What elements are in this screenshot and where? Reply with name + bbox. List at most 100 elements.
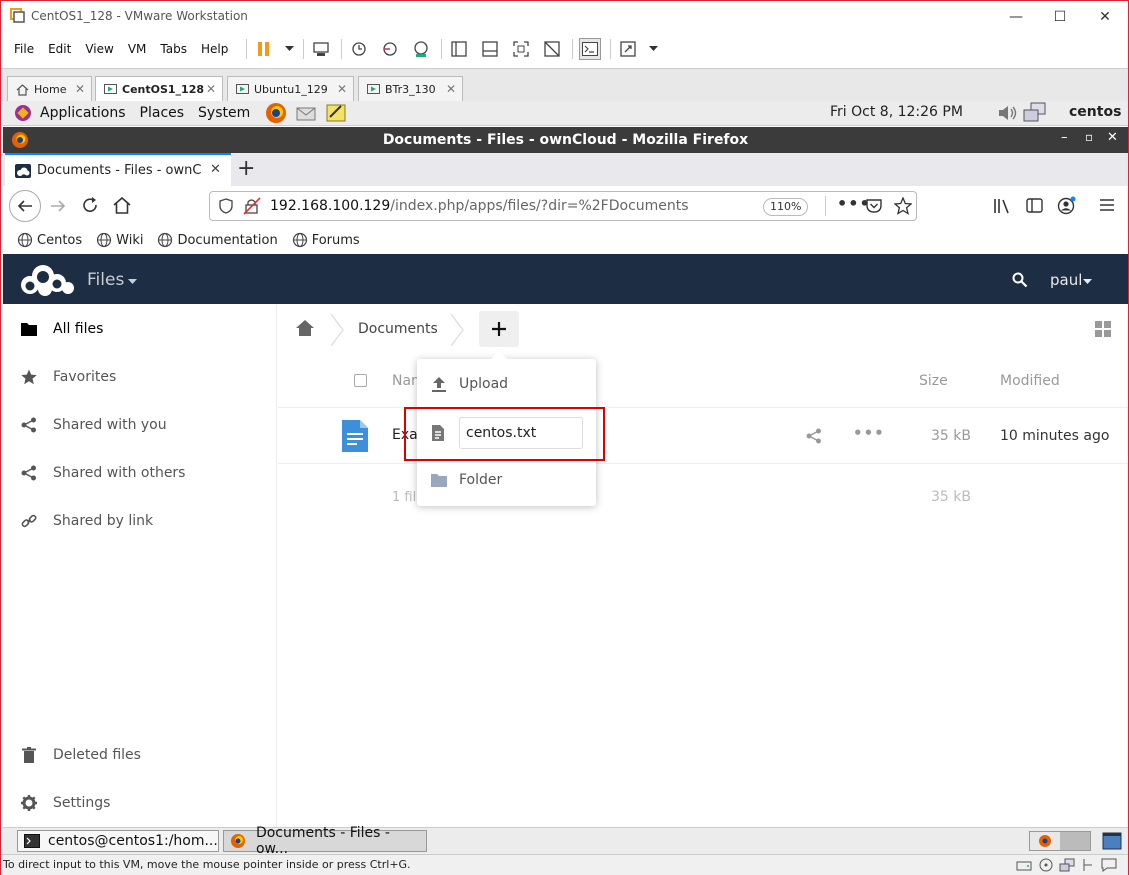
url-path: /index.php/apps/files/?dir=%2FDocuments — [390, 198, 689, 214]
pause-icon[interactable] — [253, 38, 275, 60]
menu-view[interactable]: View — [85, 42, 113, 56]
chevron-down-icon[interactable] — [128, 279, 137, 285]
column-modified[interactable]: Modified — [1000, 373, 1060, 389]
ff-maximize-button[interactable]: ▫ — [1085, 130, 1093, 144]
revert-snapshot-icon[interactable] — [379, 38, 401, 60]
menu-system[interactable]: System — [198, 105, 250, 121]
chevron-down-icon[interactable] — [284, 38, 294, 60]
bookmark-documentation[interactable]: Documentation — [157, 232, 278, 248]
menu-places[interactable]: Places — [140, 105, 185, 121]
tab-btr3[interactable]: BTr3_130 ✕ — [358, 76, 463, 102]
menu-tabs[interactable]: Tabs — [160, 42, 187, 56]
grid-view-icon[interactable] — [1095, 321, 1111, 337]
hard-disk-icon[interactable] — [1016, 858, 1032, 872]
sidebar-toggle-icon[interactable] — [448, 38, 470, 60]
usb-icon[interactable] — [1082, 858, 1094, 872]
new-button[interactable] — [479, 311, 519, 347]
share-icon[interactable] — [806, 428, 822, 444]
network-icon[interactable] — [1023, 102, 1047, 124]
mail-launcher-icon[interactable] — [294, 101, 318, 125]
user-menu[interactable]: paul — [1050, 271, 1082, 289]
tab-centos1[interactable]: CentOS1_128 ✕ — [95, 76, 223, 102]
menu-applications[interactable]: Applications — [40, 105, 126, 121]
stretch-guest-icon[interactable] — [617, 38, 639, 60]
nav-all-files[interactable]: All files — [3, 309, 277, 349]
file-actions-icon[interactable]: ••• — [853, 424, 885, 442]
close-icon[interactable]: ✕ — [337, 82, 347, 96]
nav-settings[interactable]: Settings — [3, 783, 277, 823]
fullscreen-icon[interactable] — [510, 38, 532, 60]
bookmark-wiki[interactable]: Wiki — [96, 232, 143, 248]
nav-deleted-files[interactable]: Deleted files — [3, 735, 277, 775]
workspace-switcher[interactable] — [1029, 831, 1091, 851]
back-button[interactable] — [9, 190, 41, 222]
app-menu-files[interactable]: Files — [87, 270, 124, 290]
close-button[interactable]: ✕ — [1082, 1, 1128, 32]
gnome-user[interactable]: centos — [1069, 104, 1121, 120]
url-bar[interactable]: 192.168.100.129 /index.php/apps/files/?d… — [209, 191, 917, 221]
reload-icon[interactable] — [82, 197, 99, 214]
menu-upload[interactable]: Upload — [417, 361, 596, 407]
bookmark-forums[interactable]: Forums — [292, 232, 360, 248]
message-icon[interactable] — [1101, 858, 1117, 872]
volume-icon[interactable] — [997, 103, 1019, 123]
thumbnail-bar-icon[interactable] — [479, 38, 501, 60]
network-adapter-icon[interactable] — [1059, 858, 1075, 872]
tab-ubuntu1[interactable]: Ubuntu1_129 ✕ — [227, 76, 354, 102]
nav-favorites[interactable]: Favorites — [3, 357, 277, 397]
pocket-icon[interactable] — [866, 198, 882, 214]
maximize-button[interactable]: ☐ — [1037, 1, 1083, 32]
nav-shared-with-others[interactable]: Shared with others — [3, 453, 277, 493]
bookmark-star-icon[interactable] — [894, 197, 912, 215]
console-view-icon[interactable] — [579, 38, 602, 60]
task-terminal[interactable]: centos@centos1:/hom... — [17, 830, 219, 852]
unity-icon[interactable] — [541, 38, 563, 60]
close-icon[interactable]: ✕ — [75, 82, 85, 96]
tab-home[interactable]: Home ✕ — [7, 76, 92, 102]
send-ctrl-alt-del-icon[interactable] — [310, 38, 332, 60]
home-icon[interactable] — [296, 320, 314, 336]
snapshot-icon[interactable] — [348, 38, 370, 60]
menu-help[interactable]: Help — [201, 42, 228, 56]
chevron-down-icon[interactable] — [648, 38, 658, 60]
nav-shared-with-you[interactable]: Shared with you — [3, 405, 277, 445]
home-icon[interactable] — [113, 197, 131, 214]
sidebars-icon[interactable] — [1026, 198, 1043, 213]
search-icon[interactable] — [1012, 272, 1028, 288]
nav-shared-by-link[interactable]: Shared by link — [3, 501, 277, 541]
chevron-down-icon[interactable] — [1083, 279, 1092, 285]
new-tab-button[interactable]: + — [237, 156, 255, 181]
zoom-badge[interactable]: 110% — [763, 198, 809, 216]
owncloud-logo-icon[interactable] — [17, 261, 75, 297]
close-icon[interactable]: ✕ — [206, 82, 216, 96]
cd-drive-icon[interactable] — [1038, 858, 1054, 872]
text-editor-launcher-icon[interactable] — [324, 101, 348, 125]
files-controls: Documents — [278, 304, 1128, 354]
close-icon[interactable]: ✕ — [446, 82, 456, 96]
close-icon[interactable]: ✕ — [210, 162, 221, 177]
task-firefox[interactable]: Documents - Files - ow... — [223, 825, 427, 857]
menu-file[interactable]: File — [14, 42, 34, 56]
file-list-header: Name Size Modified — [278, 360, 1128, 408]
menu-new-folder[interactable]: Folder — [417, 457, 596, 503]
menu-vm[interactable]: VM — [128, 42, 147, 56]
minimize-button[interactable]: — — [993, 1, 1039, 32]
browser-tab-documents[interactable]: Documents - Files - ownC ✕ — [5, 153, 231, 186]
select-all-checkbox[interactable] — [354, 374, 367, 387]
breadcrumb-documents[interactable]: Documents — [358, 321, 438, 337]
snapshot-manager-icon[interactable] — [410, 38, 432, 60]
nav-label: Shared with you — [53, 417, 167, 433]
column-size[interactable]: Size — [919, 373, 948, 389]
forward-arrow-icon[interactable] — [50, 199, 66, 213]
firefox-launcher-icon[interactable] — [264, 101, 288, 125]
clock[interactable]: Fri Oct 8, 12:26 PM — [830, 104, 963, 120]
ff-close-button[interactable]: ✕ — [1107, 130, 1118, 145]
ff-minimize-button[interactable]: – — [1061, 130, 1068, 145]
show-desktop-icon[interactable] — [1102, 831, 1122, 851]
account-icon[interactable] — [1057, 196, 1077, 216]
bookmark-centos[interactable]: Centos — [17, 232, 82, 248]
library-icon[interactable] — [993, 198, 1011, 214]
hamburger-menu-icon[interactable] — [1099, 198, 1115, 212]
menu-edit[interactable]: Edit — [48, 42, 71, 56]
vmware-window: CentOS1_128 - VMware Workstation — ☐ ✕ F… — [0, 0, 1129, 875]
